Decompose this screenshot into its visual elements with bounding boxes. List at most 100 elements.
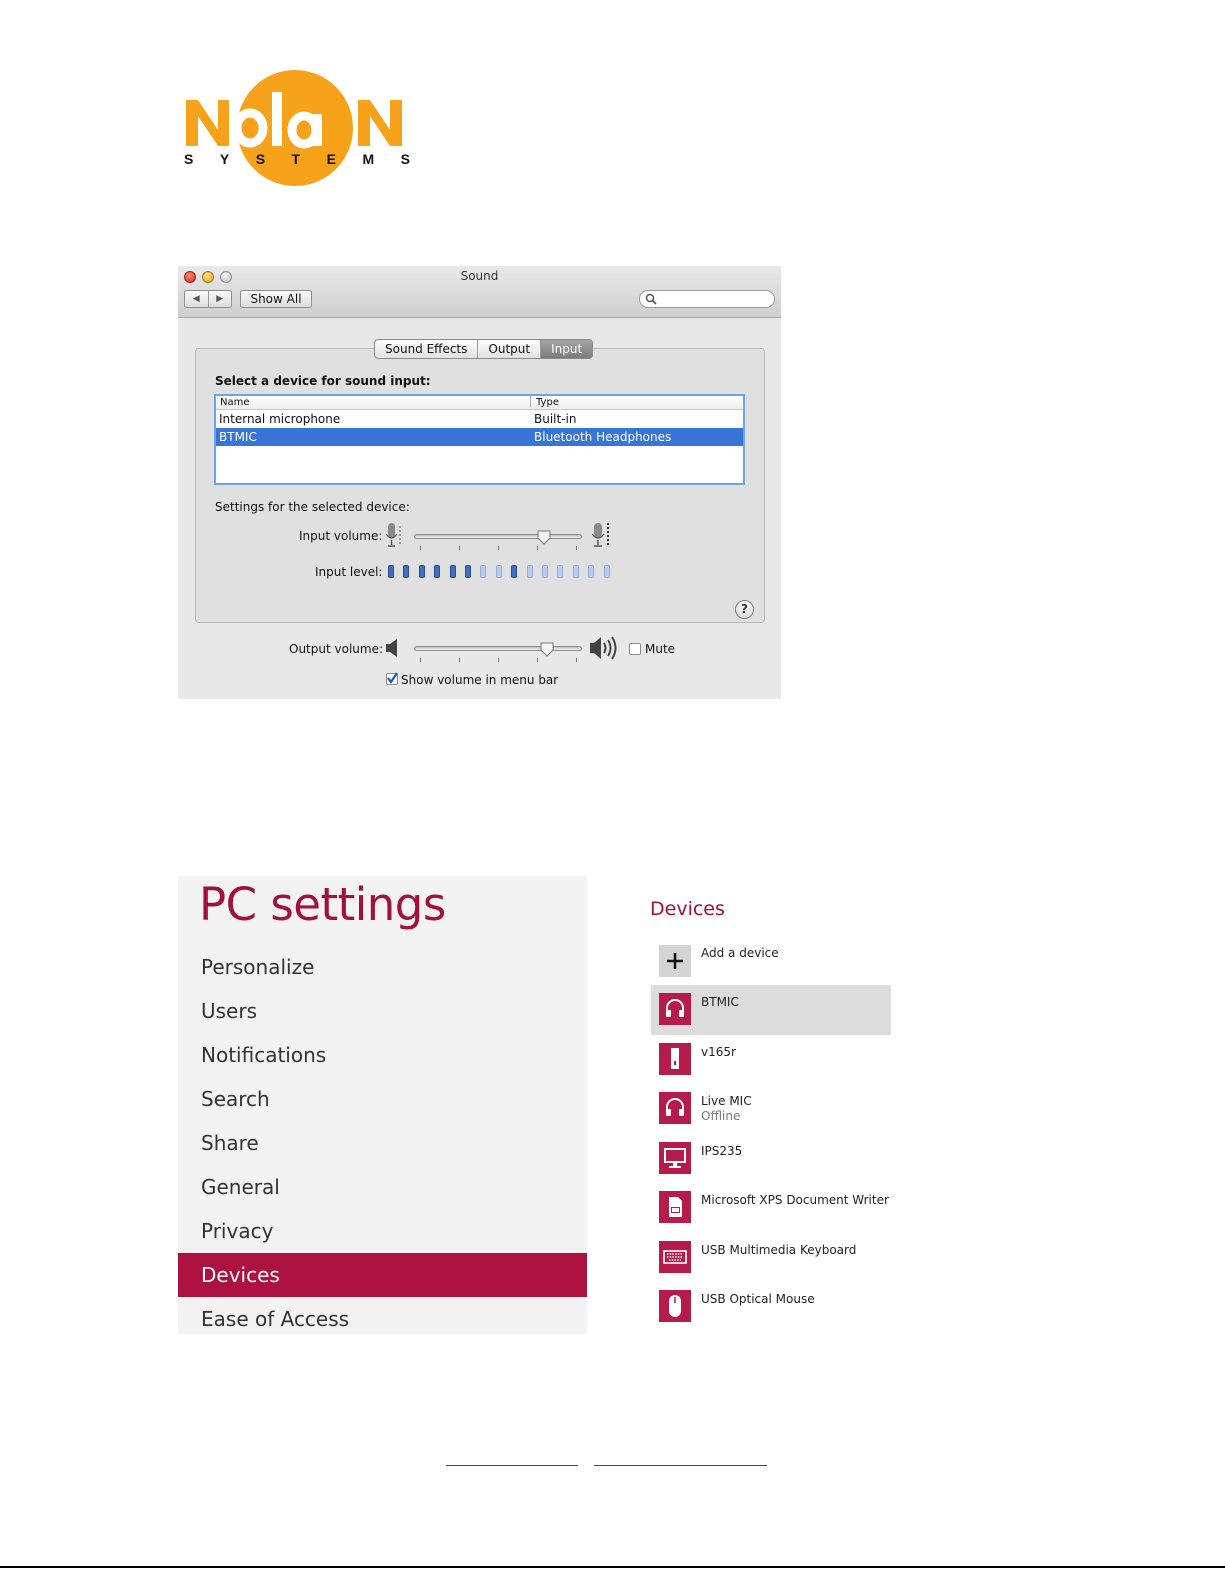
- device-item-btmic[interactable]: BTMIC: [651, 985, 891, 1035]
- search-icon: [645, 293, 657, 305]
- input-volume-label: Input volume:: [299, 529, 383, 543]
- menu-item-users[interactable]: Users: [178, 989, 587, 1033]
- menu-item-share[interactable]: Share: [178, 1121, 587, 1165]
- plus-icon: [659, 945, 691, 977]
- column-header-name[interactable]: Name: [220, 396, 250, 409]
- input-volume-knob[interactable]: [537, 530, 551, 545]
- device-status: Offline: [701, 1109, 741, 1123]
- column-header-type[interactable]: Type: [536, 396, 559, 409]
- monitor-icon: [659, 1142, 691, 1174]
- input-level-segment: [388, 565, 394, 578]
- help-button[interactable]: ?: [735, 600, 754, 619]
- slider-tick: [498, 546, 499, 550]
- back-icon[interactable]: ◀: [185, 291, 209, 307]
- window-title: Sound: [460, 269, 499, 283]
- menu-item-ease-of-access[interactable]: Ease of Access: [178, 1297, 587, 1334]
- logo-letter: S: [184, 151, 194, 167]
- device-item-xps-writer[interactable]: Microsoft XPS Document Writer: [651, 1183, 891, 1233]
- device-name: Internal microphone: [219, 412, 341, 426]
- device-item-v165r[interactable]: v165r: [651, 1035, 891, 1085]
- footer-link[interactable]: [446, 1452, 578, 1466]
- input-device-table[interactable]: Name Type Internal microphone Built-in B…: [214, 394, 745, 485]
- mute-label: Mute: [645, 642, 676, 656]
- menu-item-devices[interactable]: Devices: [178, 1253, 587, 1297]
- input-level-segment: [557, 565, 564, 578]
- menu-item-search[interactable]: Search: [178, 1077, 587, 1121]
- logo-letter: S: [255, 151, 266, 167]
- device-type: Bluetooth Headphones: [534, 430, 672, 444]
- device-item-mouse[interactable]: USB Optical Mouse: [651, 1282, 891, 1332]
- input-level-segment: [418, 565, 425, 578]
- slider-tick: [537, 546, 538, 550]
- forward-icon[interactable]: ▶: [209, 291, 232, 307]
- output-volume-slider[interactable]: [414, 646, 582, 651]
- sound-preferences-window: Sound ◀ ▶ Show All Sound Effects Output …: [178, 266, 781, 699]
- keyboard-icon: [659, 1241, 691, 1273]
- headset-icon: [659, 993, 691, 1025]
- menu-item-general[interactable]: General: [178, 1165, 587, 1209]
- headset-icon: [659, 1092, 691, 1124]
- slider-tick: [576, 546, 577, 550]
- checkmark-icon: [387, 672, 398, 684]
- slider-tick: [498, 658, 499, 662]
- search-field[interactable]: [639, 290, 775, 308]
- logo-mark: [186, 70, 402, 186]
- slider-tick: [459, 658, 460, 662]
- slider-tick: [576, 658, 577, 662]
- input-level-segment: [434, 565, 441, 578]
- device-name: BTMIC: [701, 995, 739, 1009]
- slider-tick: [537, 658, 538, 662]
- device-name: Add a device: [701, 946, 779, 960]
- usb-drive-icon: [659, 1043, 691, 1075]
- output-volume-knob[interactable]: [540, 642, 554, 657]
- device-item-keyboard[interactable]: USB Multimedia Keyboard: [651, 1233, 891, 1283]
- input-level-segment: [449, 565, 456, 578]
- logo-letter: Y: [219, 151, 230, 167]
- show-volume-checkbox[interactable]: [386, 672, 398, 685]
- settings-selected-label: Settings for the selected device:: [215, 500, 410, 514]
- mute-checkbox[interactable]: [629, 643, 641, 655]
- nolan-systems-logo: S Y S T E M S: [182, 70, 412, 190]
- logo-letter: S: [400, 151, 410, 167]
- page-title: PC settings: [199, 878, 446, 931]
- device-name: IPS235: [701, 1144, 743, 1158]
- page-bottom-rule: [0, 1566, 1225, 1568]
- output-volume-label: Output volume:: [289, 642, 383, 656]
- speaker-low-icon: [386, 639, 397, 657]
- input-level-segment: [572, 565, 579, 578]
- tab-sound-effects[interactable]: Sound Effects: [375, 340, 479, 358]
- menu-item-notifications[interactable]: Notifications: [178, 1033, 587, 1077]
- microphone-low-icon: [386, 523, 401, 547]
- slider-tick: [459, 546, 460, 550]
- input-level-label: Input level:: [315, 565, 383, 579]
- table-header: Name Type: [216, 396, 743, 410]
- device-name: v165r: [701, 1045, 736, 1059]
- input-level-segment: [526, 565, 533, 578]
- show-all-button[interactable]: Show All: [240, 290, 312, 308]
- mouse-icon: [659, 1290, 691, 1322]
- device-item-live-mic[interactable]: Live MIC Offline: [651, 1084, 891, 1134]
- add-device-button[interactable]: Add a device: [651, 937, 891, 987]
- pc-settings-panel: PC settings Personalize Users Notificati…: [178, 876, 587, 1334]
- menu-item-personalize[interactable]: Personalize: [178, 945, 587, 989]
- tab-output[interactable]: Output: [478, 340, 542, 358]
- logo-subtitle: S Y S T E M S: [184, 151, 410, 167]
- logo-letter: E: [326, 151, 336, 167]
- footer-link[interactable]: [594, 1452, 767, 1466]
- device-item-ips235[interactable]: IPS235: [651, 1134, 891, 1184]
- input-volume-slider[interactable]: [414, 534, 582, 539]
- select-device-label: Select a device for sound input:: [215, 374, 431, 388]
- input-level-segment: [511, 565, 518, 578]
- tab-input[interactable]: Input: [541, 340, 593, 358]
- menu-item-privacy[interactable]: Privacy: [178, 1209, 587, 1253]
- input-level-segment: [603, 565, 610, 578]
- table-row[interactable]: Internal microphone Built-in: [216, 410, 743, 428]
- logo-letter: T: [291, 151, 301, 167]
- table-row-selected[interactable]: BTMIC Bluetooth Headphones: [216, 428, 743, 446]
- device-name: USB Multimedia Keyboard: [701, 1243, 857, 1257]
- show-volume-label: Show volume in menu bar: [401, 673, 559, 687]
- device-name: USB Optical Mouse: [701, 1292, 815, 1306]
- input-level-segment: [403, 565, 410, 578]
- sound-tabs: Sound Effects Output Input: [374, 339, 594, 359]
- window-titlebar: Sound ◀ ▶ Show All: [178, 266, 781, 318]
